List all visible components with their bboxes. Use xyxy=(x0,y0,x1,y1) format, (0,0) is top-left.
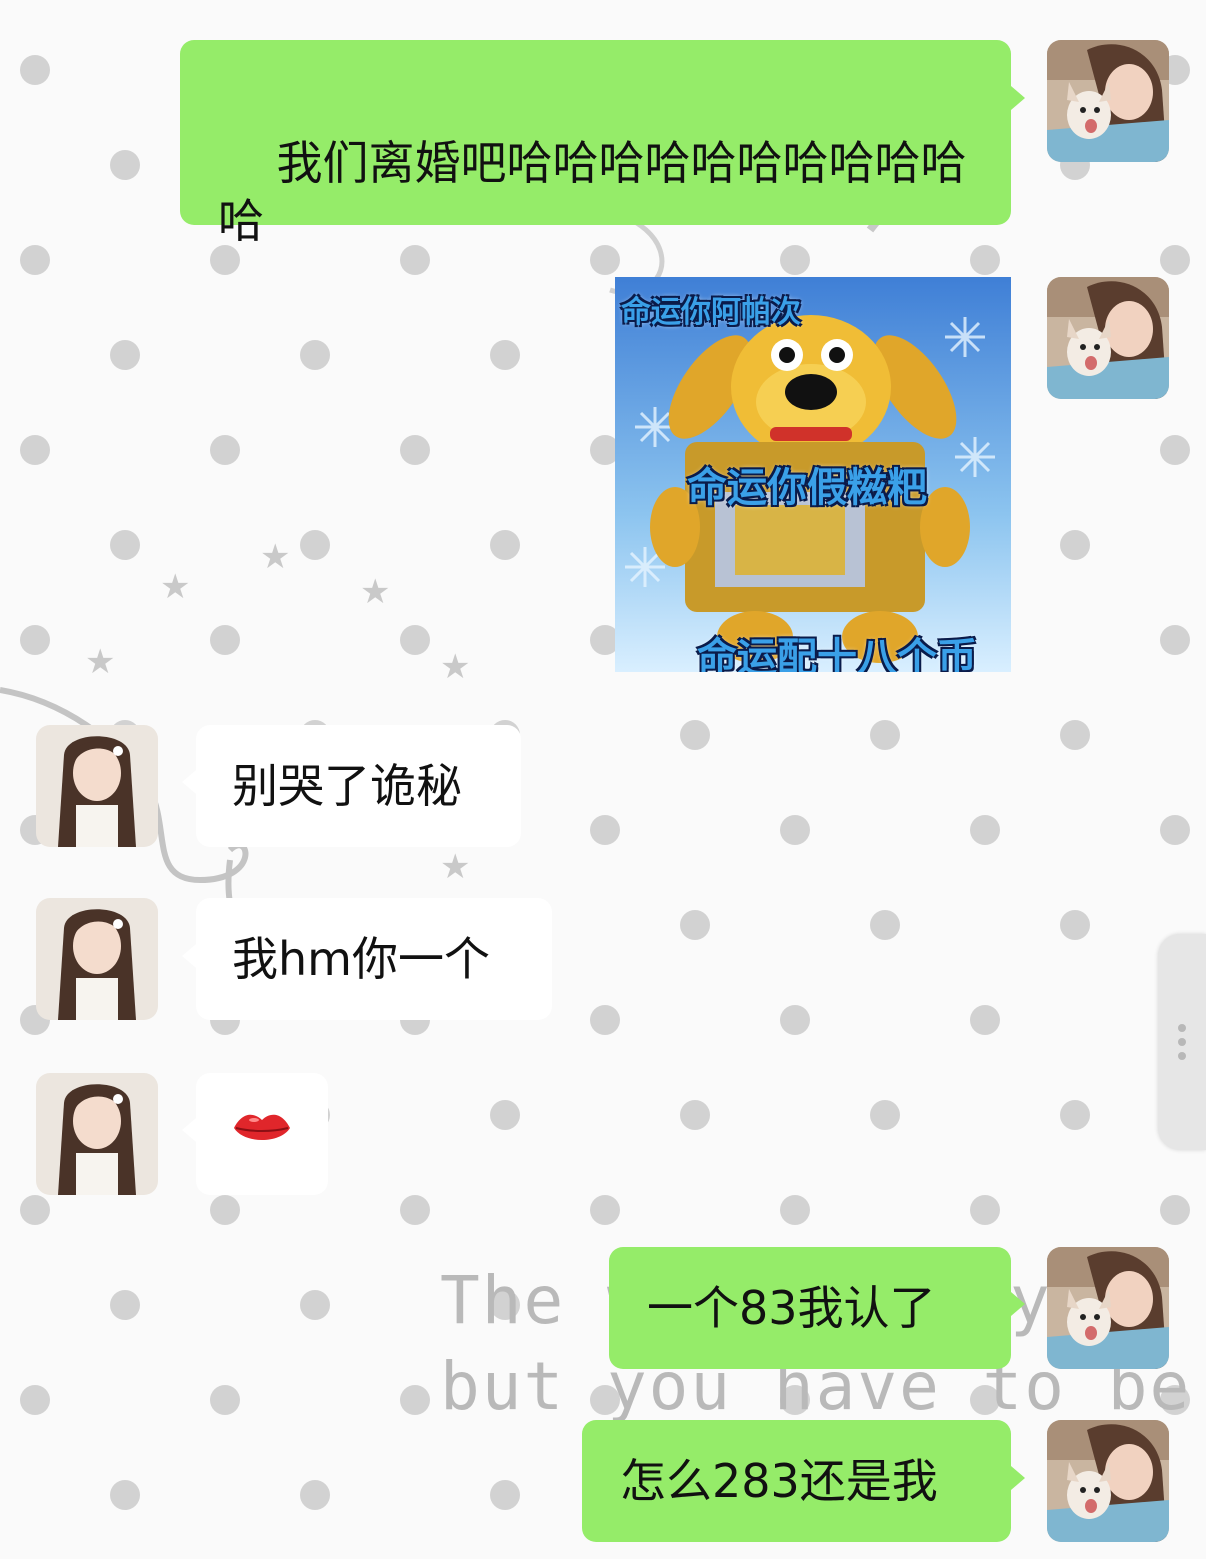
contact-message-bubble[interactable]: 💋 xyxy=(196,1073,328,1195)
my-avatar[interactable] xyxy=(1047,1247,1169,1369)
message-text: 怎么283还是我 xyxy=(620,1454,938,1508)
avatar-girl-portrait-image xyxy=(36,725,158,847)
wallpaper-star-icon: ★ xyxy=(360,572,391,612)
my-avatar[interactable] xyxy=(1047,1420,1169,1542)
contact-avatar[interactable] xyxy=(36,898,158,1020)
avatar-girl-portrait-image xyxy=(36,1073,158,1195)
wallpaper-star-icon: ★ xyxy=(85,642,116,682)
lips-icon xyxy=(234,1114,290,1140)
sticker-top-caption: 命运你阿帕次 xyxy=(621,295,801,330)
dog-sticker-image[interactable]: 命运你阿帕次 命运你假糍粑 命运配十八个币 xyxy=(615,277,1011,672)
contact-message-bubble[interactable]: 别哭了诡秘 xyxy=(196,725,521,847)
message-text: 一个83我认了 xyxy=(647,1281,936,1335)
side-panel-handle[interactable] xyxy=(1158,934,1206,1150)
wallpaper-star-icon: ★ xyxy=(160,567,191,607)
wallpaper-star-icon: ★ xyxy=(440,647,471,687)
wallpaper-star-icon: ★ xyxy=(440,847,471,887)
contact-avatar[interactable] xyxy=(36,725,158,847)
wallpaper-star-icon: ★ xyxy=(260,537,291,577)
my-message-bubble[interactable]: 一个83我认了 xyxy=(609,1247,1011,1369)
bubble-tail xyxy=(1011,86,1025,110)
avatar-girl-with-dog-image xyxy=(1047,277,1169,399)
bubble-tail xyxy=(182,944,196,968)
bubble-tail xyxy=(182,1118,196,1142)
bubble-tail xyxy=(182,770,196,794)
my-avatar[interactable] xyxy=(1047,277,1169,399)
contact-message-bubble[interactable]: 我hm你一个 xyxy=(196,898,552,1020)
avatar-girl-with-dog-image xyxy=(1047,1247,1169,1369)
avatar-girl-with-dog-image xyxy=(1047,1420,1169,1542)
chat-wallpaper: The w y but you have to be cut ★★★★★★ xyxy=(0,0,1206,1559)
my-message-bubble[interactable]: 怎么283还是我 xyxy=(582,1420,1011,1542)
avatar-girl-with-dog-image xyxy=(1047,40,1169,162)
bubble-tail xyxy=(1011,1292,1025,1316)
bubble-tail xyxy=(1011,1466,1025,1490)
my-avatar[interactable] xyxy=(1047,40,1169,162)
sticker-bottom-caption: 命运配十八个币 xyxy=(697,635,977,672)
my-message-bubble[interactable]: 我们离婚吧哈哈哈哈哈哈哈哈哈哈 哈 xyxy=(180,40,1011,248)
message-text: 别哭了诡秘 xyxy=(232,759,462,813)
sticker-middle-caption: 命运你假糍粑 xyxy=(687,465,927,511)
avatar-girl-portrait-image xyxy=(36,898,158,1020)
lips-emoji-icon: 💋 xyxy=(232,1103,292,1143)
message-text: 我hm你一个 xyxy=(232,932,490,986)
contact-avatar[interactable] xyxy=(36,1073,158,1195)
